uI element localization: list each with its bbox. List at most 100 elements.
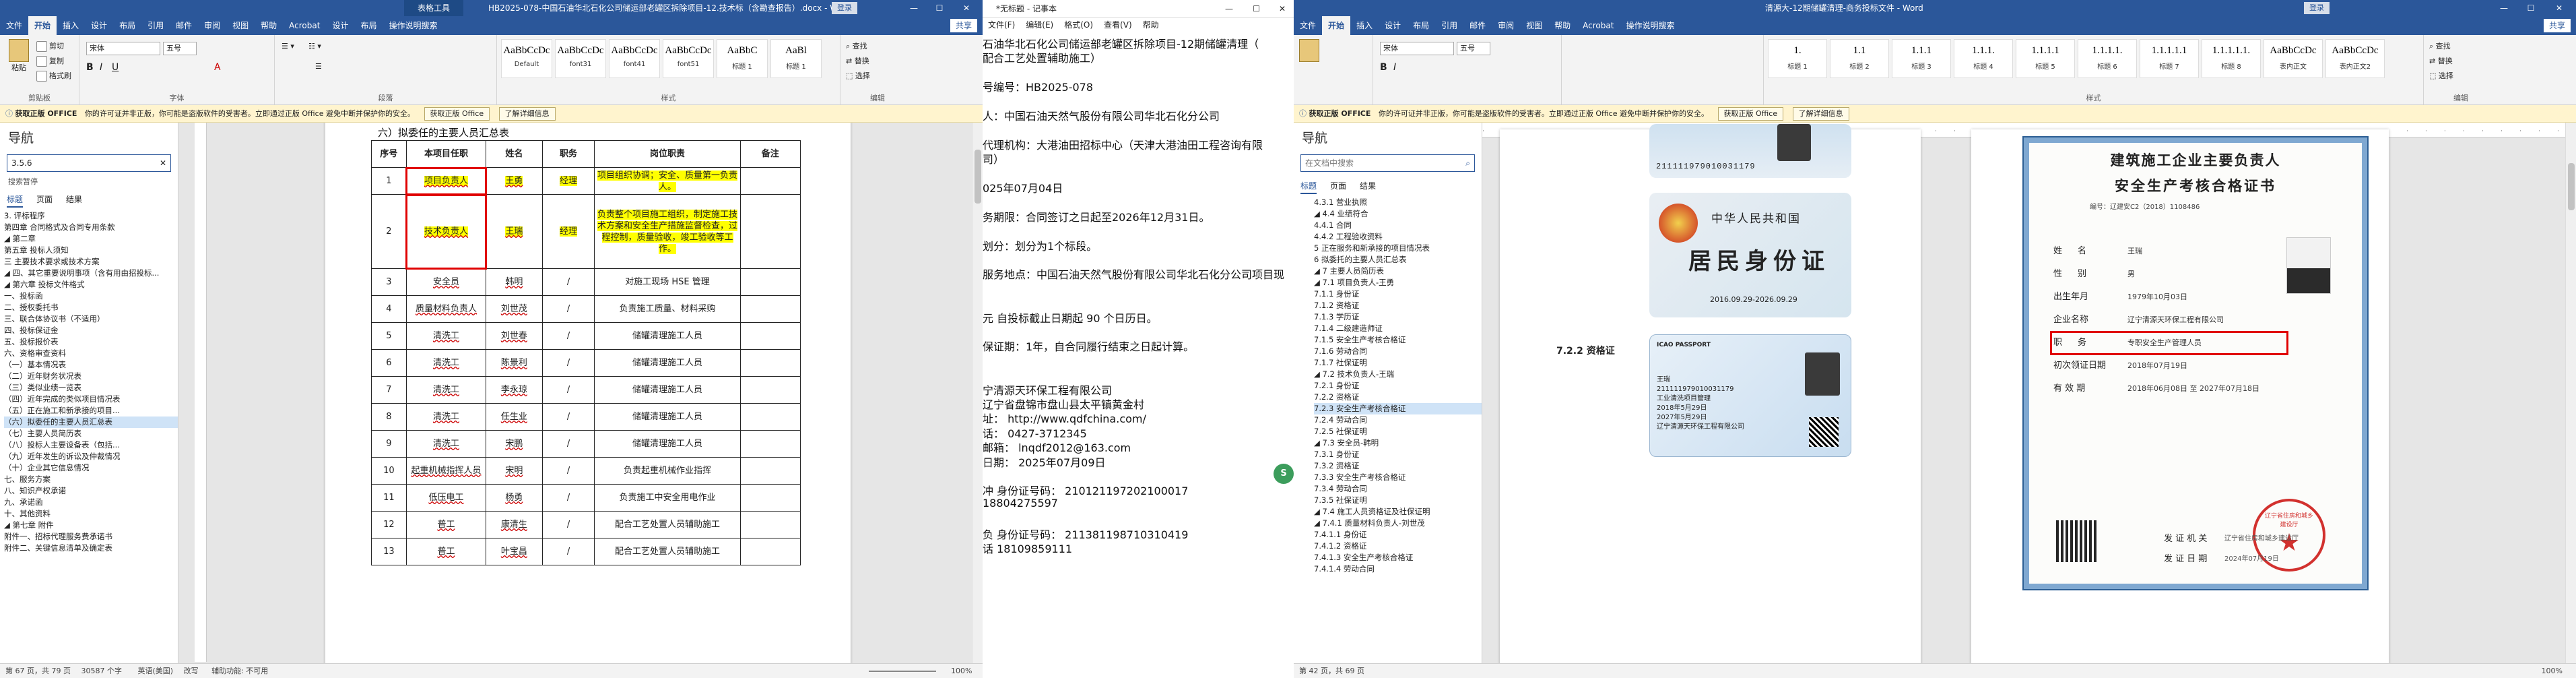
format-painter-button[interactable]: 格式刷: [36, 70, 71, 82]
nav-item[interactable]: （六）拟委任的主要人员汇总表: [4, 417, 178, 428]
select-button[interactable]: ⬚ 选择: [2429, 70, 2453, 81]
nav-search-input[interactable]: 在文档中搜索 ⌕: [1300, 154, 1475, 172]
bold-button[interactable]: B: [86, 62, 94, 73]
table-cell[interactable]: 配合工艺处置人员辅助施工: [594, 511, 741, 538]
clear-icon[interactable]: ✕: [160, 155, 166, 171]
share-button[interactable]: 共享: [2543, 19, 2571, 32]
table-cell[interactable]: 储罐清理施工人员: [594, 403, 741, 431]
table-cell[interactable]: [739, 511, 801, 538]
font-name-select[interactable]: 宋体: [1380, 42, 1454, 55]
table-cell[interactable]: 杨勇: [486, 484, 543, 512]
nav-item[interactable]: 7.3.4 劳动合同: [1314, 483, 1482, 495]
tab-7[interactable]: 审阅: [1492, 16, 1520, 35]
login-button[interactable]: 登录: [2304, 2, 2330, 14]
table-cell[interactable]: 5: [371, 322, 407, 350]
table-cell[interactable]: 清洗工: [405, 430, 487, 458]
zoom-slider[interactable]: [869, 671, 936, 672]
style-tile[interactable]: 1. 标题 1: [1768, 39, 1827, 78]
nav-item[interactable]: 6 拟委托的主要人员汇总表: [1314, 254, 1482, 266]
table-cell[interactable]: 负责起重机械作业指挥: [594, 457, 741, 485]
table-cell[interactable]: 技术负责人: [405, 193, 487, 270]
style-tile[interactable]: 1.1.1.1 标题 5: [2016, 39, 2075, 78]
table-cell[interactable]: 储罐清理施工人员: [594, 376, 741, 404]
menu-item[interactable]: 编辑(E): [1026, 20, 1053, 30]
table-cell[interactable]: 储罐清理施工人员: [594, 349, 741, 377]
table-cell[interactable]: /: [541, 349, 595, 377]
zoom-level[interactable]: 100%: [951, 664, 972, 678]
close-button[interactable]: ✕: [955, 0, 978, 16]
table-cell[interactable]: 项目负责人: [405, 166, 487, 195]
tab-11[interactable]: 设计: [326, 16, 354, 35]
table-cell[interactable]: /: [541, 457, 595, 485]
style-tile[interactable]: 1.1.1.1. 标题 6: [2078, 39, 2137, 78]
table-cell[interactable]: 9: [371, 430, 407, 458]
table-cell[interactable]: 宋明: [486, 457, 543, 485]
table-cell[interactable]: /: [541, 511, 595, 538]
table-cell[interactable]: [739, 457, 801, 485]
table-cell[interactable]: /: [541, 403, 595, 431]
tab-8[interactable]: 视图: [226, 16, 255, 35]
table-cell[interactable]: 11: [371, 484, 407, 512]
nav-item[interactable]: 7.1.5 安全生产考核合格证: [1314, 334, 1482, 346]
menu-item[interactable]: 帮助: [1143, 20, 1159, 30]
table-cell[interactable]: [739, 430, 801, 458]
tab-0[interactable]: 文件: [1294, 16, 1322, 35]
tab-12[interactable]: 布局: [354, 16, 383, 35]
table-cell[interactable]: 负责施工中安全用电作业: [594, 484, 741, 512]
tab-4[interactable]: 布局: [113, 16, 141, 35]
select-button[interactable]: ⬚ 选择: [846, 70, 870, 81]
menu-item[interactable]: 格式(O): [1064, 20, 1093, 30]
nav-item[interactable]: 7.3.5 社保证明: [1314, 495, 1482, 506]
minimize-button[interactable]: —: [1225, 0, 1233, 18]
table-cell[interactable]: 王瑞: [486, 194, 543, 269]
nav-item[interactable]: ◢ 第六章 投标文件格式: [4, 279, 178, 290]
nav-item[interactable]: 4.3.1 营业执照: [1314, 197, 1482, 208]
style-tile[interactable]: 1.1.1.1.1 标题 7: [2140, 39, 2199, 78]
table-cell[interactable]: 李永琼: [486, 376, 543, 404]
nav-item[interactable]: 7.3.1 身份证: [1314, 449, 1482, 460]
style-tile[interactable]: 1.1 标题 2: [1830, 39, 1889, 78]
table-cell[interactable]: 陈景利: [486, 349, 543, 377]
nav-item[interactable]: （八）投标人主要设备表（包括...: [4, 439, 178, 451]
nav-tab-1[interactable]: 页面: [1330, 181, 1346, 191]
table-cell[interactable]: [739, 194, 801, 269]
nav-tab-0[interactable]: 标题: [7, 195, 24, 208]
tab-9[interactable]: 帮助: [1548, 16, 1577, 35]
table-cell[interactable]: 项目组织协调；安全、质量第一负责人。: [594, 167, 741, 195]
nav-item[interactable]: 三 主要技术要求或技术方案: [4, 256, 178, 268]
font-color-button[interactable]: A: [214, 62, 221, 73]
table-cell[interactable]: 清洗工: [405, 322, 487, 350]
table-cell[interactable]: 13: [371, 538, 407, 565]
table-cell[interactable]: [739, 167, 801, 195]
replace-button[interactable]: ⇄ 替换: [2429, 55, 2453, 66]
tab-2[interactable]: 插入: [1350, 16, 1379, 35]
nav-item[interactable]: （五）正在施工和新承接的项目...: [4, 405, 178, 417]
style-tile[interactable]: AaBl 标题 1: [770, 39, 822, 78]
font-name-select[interactable]: 宋体: [86, 42, 160, 55]
style-tile[interactable]: 1.1.1. 标题 4: [1954, 39, 2013, 78]
paste-button[interactable]: 粘贴: [5, 39, 32, 73]
bold-button[interactable]: B: [1380, 62, 1387, 73]
table-cell[interactable]: 1: [371, 167, 407, 195]
nav-item[interactable]: ◢ 第二章: [4, 233, 178, 245]
nav-item[interactable]: 八、知识产权承诺: [4, 485, 178, 497]
nav-item[interactable]: 3. 评标程序: [4, 210, 178, 222]
nav-item[interactable]: 十、其他资料: [4, 508, 178, 520]
align-center-button[interactable]: ☰: [315, 62, 322, 71]
table-cell[interactable]: 负责整个项目施工组织，制定施工技术方案和安全生产措施监督检查，过程控制，质量验收…: [594, 194, 741, 269]
nav-item[interactable]: 第五章 投标人须知: [4, 245, 178, 256]
underline-button[interactable]: U: [112, 62, 119, 73]
tab-8[interactable]: 视图: [1520, 16, 1548, 35]
nav-item[interactable]: ◢ 7.2 技术负责人-王瑞: [1314, 369, 1482, 380]
nav-item[interactable]: ◢ 7.3 安全员-韩明: [1314, 437, 1482, 449]
tab-13[interactable]: 操作说明搜索: [383, 16, 443, 35]
maximize-button[interactable]: ☐: [2519, 0, 2542, 16]
table-cell[interactable]: 普工: [405, 511, 487, 538]
tab-11[interactable]: 操作说明搜索: [1620, 16, 1680, 35]
style-tile[interactable]: AaBbCcDc font31: [555, 39, 606, 78]
tab-3[interactable]: 设计: [85, 16, 113, 35]
vertical-scrollbar[interactable]: [2565, 123, 2576, 663]
tab-7[interactable]: 审阅: [198, 16, 226, 35]
nav-tab-2[interactable]: 结果: [1360, 181, 1376, 191]
float-widget-icon[interactable]: S: [1274, 464, 1294, 484]
